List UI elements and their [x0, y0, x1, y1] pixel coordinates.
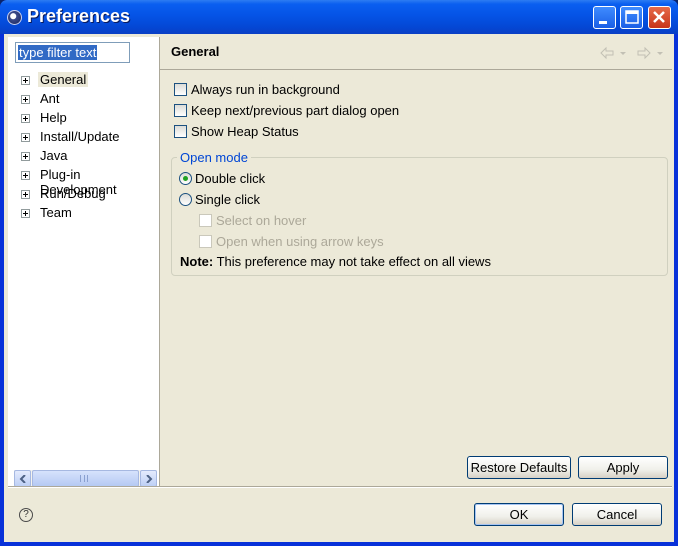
double-click-radio[interactable]: Double click [179, 170, 379, 188]
scroll-right-button[interactable] [140, 470, 157, 487]
checkbox-box[interactable] [174, 104, 187, 117]
group-title: Open mode [177, 150, 251, 165]
filter-input[interactable]: type filter text [15, 42, 130, 63]
arrow-right-icon [146, 475, 153, 483]
arrow-left-icon [19, 475, 26, 483]
window-title: Preferences [27, 6, 131, 26]
window-frame-bottom [0, 542, 678, 546]
page-header: General [159, 37, 672, 70]
tree-item-label: Team [40, 205, 72, 220]
scroll-thumb[interactable] [32, 470, 139, 487]
window-frame-left [0, 34, 4, 546]
note-text: Note: This preference may not take effec… [180, 254, 491, 269]
expand-icon[interactable] [21, 152, 30, 161]
minimize-button[interactable] [593, 6, 616, 29]
checkbox-box[interactable] [199, 214, 212, 227]
expand-icon[interactable] [21, 95, 30, 104]
expand-icon[interactable] [21, 209, 30, 218]
checkbox-label: Show Heap Status [191, 124, 299, 139]
show-heap-status-checkbox[interactable]: Show Heap Status [174, 123, 474, 141]
tree-item-label: Ant [40, 91, 60, 106]
expand-icon[interactable] [21, 114, 30, 123]
forward-arrow-icon [637, 46, 663, 60]
open-arrow-keys-checkbox[interactable]: Open when using arrow keys [199, 233, 449, 251]
tree-item-label: Install/Update [40, 129, 120, 144]
back-arrow-icon [600, 46, 626, 60]
ok-button[interactable]: OK [474, 503, 564, 526]
checkbox-box[interactable] [174, 125, 187, 138]
window-frame-right [674, 34, 678, 546]
horizontal-scrollbar[interactable] [14, 470, 157, 487]
tree-item-java[interactable]: Java [21, 147, 159, 165]
checkbox-label: Open when using arrow keys [216, 234, 384, 249]
always-run-background-checkbox[interactable]: Always run in background [174, 81, 474, 99]
expand-icon[interactable] [21, 133, 30, 142]
checkbox-label: Keep next/previous part dialog open [191, 103, 400, 118]
radio-label: Single click [195, 192, 261, 207]
checkbox-box[interactable] [174, 83, 187, 96]
expand-icon[interactable] [21, 190, 30, 199]
note-body: This preference may not take effect on a… [216, 254, 491, 269]
tree-item-label: General [38, 72, 89, 87]
apply-button[interactable]: Apply [578, 456, 668, 479]
tree-item-label: Run/Debug [40, 186, 106, 201]
note-label: Note: [180, 254, 214, 269]
checkbox-box[interactable] [199, 235, 212, 248]
tree-item-general[interactable]: General [21, 71, 159, 89]
checkbox-label: Select on hover [216, 213, 307, 228]
dialog-client: type filter text General Ant Help Instal… [4, 34, 674, 542]
minimize-icon [599, 21, 607, 24]
preferences-window: Preferences type filter text General Ant [0, 0, 678, 546]
forward-button[interactable] [637, 46, 665, 60]
tree-item-plugin-development[interactable]: Plug-in Development [21, 166, 159, 197]
open-mode-group: Open mode Double click Single click Sele… [171, 150, 668, 276]
eclipse-icon [7, 10, 22, 25]
keep-part-dialog-open-checkbox[interactable]: Keep next/previous part dialog open [174, 102, 474, 120]
filter-text: type filter text [18, 45, 98, 60]
radio-button[interactable] [179, 193, 192, 206]
close-button[interactable] [648, 6, 671, 29]
maximize-icon [625, 10, 639, 24]
tree-item-ant[interactable]: Ant [21, 90, 159, 108]
divider [8, 486, 672, 488]
maximize-button[interactable] [620, 6, 643, 29]
grip-icon [80, 475, 88, 482]
tree-item-install-update[interactable]: Install/Update [21, 128, 159, 146]
single-click-radio[interactable]: Single click [179, 191, 379, 209]
cancel-button[interactable]: Cancel [572, 503, 662, 526]
tree-item-help[interactable]: Help [21, 109, 159, 127]
expand-icon[interactable] [21, 171, 30, 180]
preference-tree-pane: type filter text General Ant Help Instal… [8, 37, 160, 487]
tree-item-run-debug[interactable]: Run/Debug [21, 185, 159, 203]
title-bar[interactable]: Preferences [0, 0, 678, 34]
radio-button[interactable] [179, 172, 192, 185]
tree-item-team[interactable]: Team [21, 204, 159, 222]
tree-item-label: Java [40, 148, 68, 163]
checkbox-label: Always run in background [191, 82, 340, 97]
close-icon [653, 11, 665, 23]
select-on-hover-checkbox[interactable]: Select on hover [199, 212, 449, 230]
radio-label: Double click [195, 171, 266, 186]
help-button[interactable]: ? [19, 508, 33, 522]
preference-page: General Always run in background Keep ne… [159, 37, 672, 486]
restore-defaults-button[interactable]: Restore Defaults [467, 456, 571, 479]
expand-icon[interactable] [21, 76, 30, 85]
page-title: General [171, 44, 220, 59]
scroll-left-button[interactable] [14, 470, 31, 487]
tree-item-label: Help [40, 110, 67, 125]
back-button[interactable] [600, 46, 628, 60]
